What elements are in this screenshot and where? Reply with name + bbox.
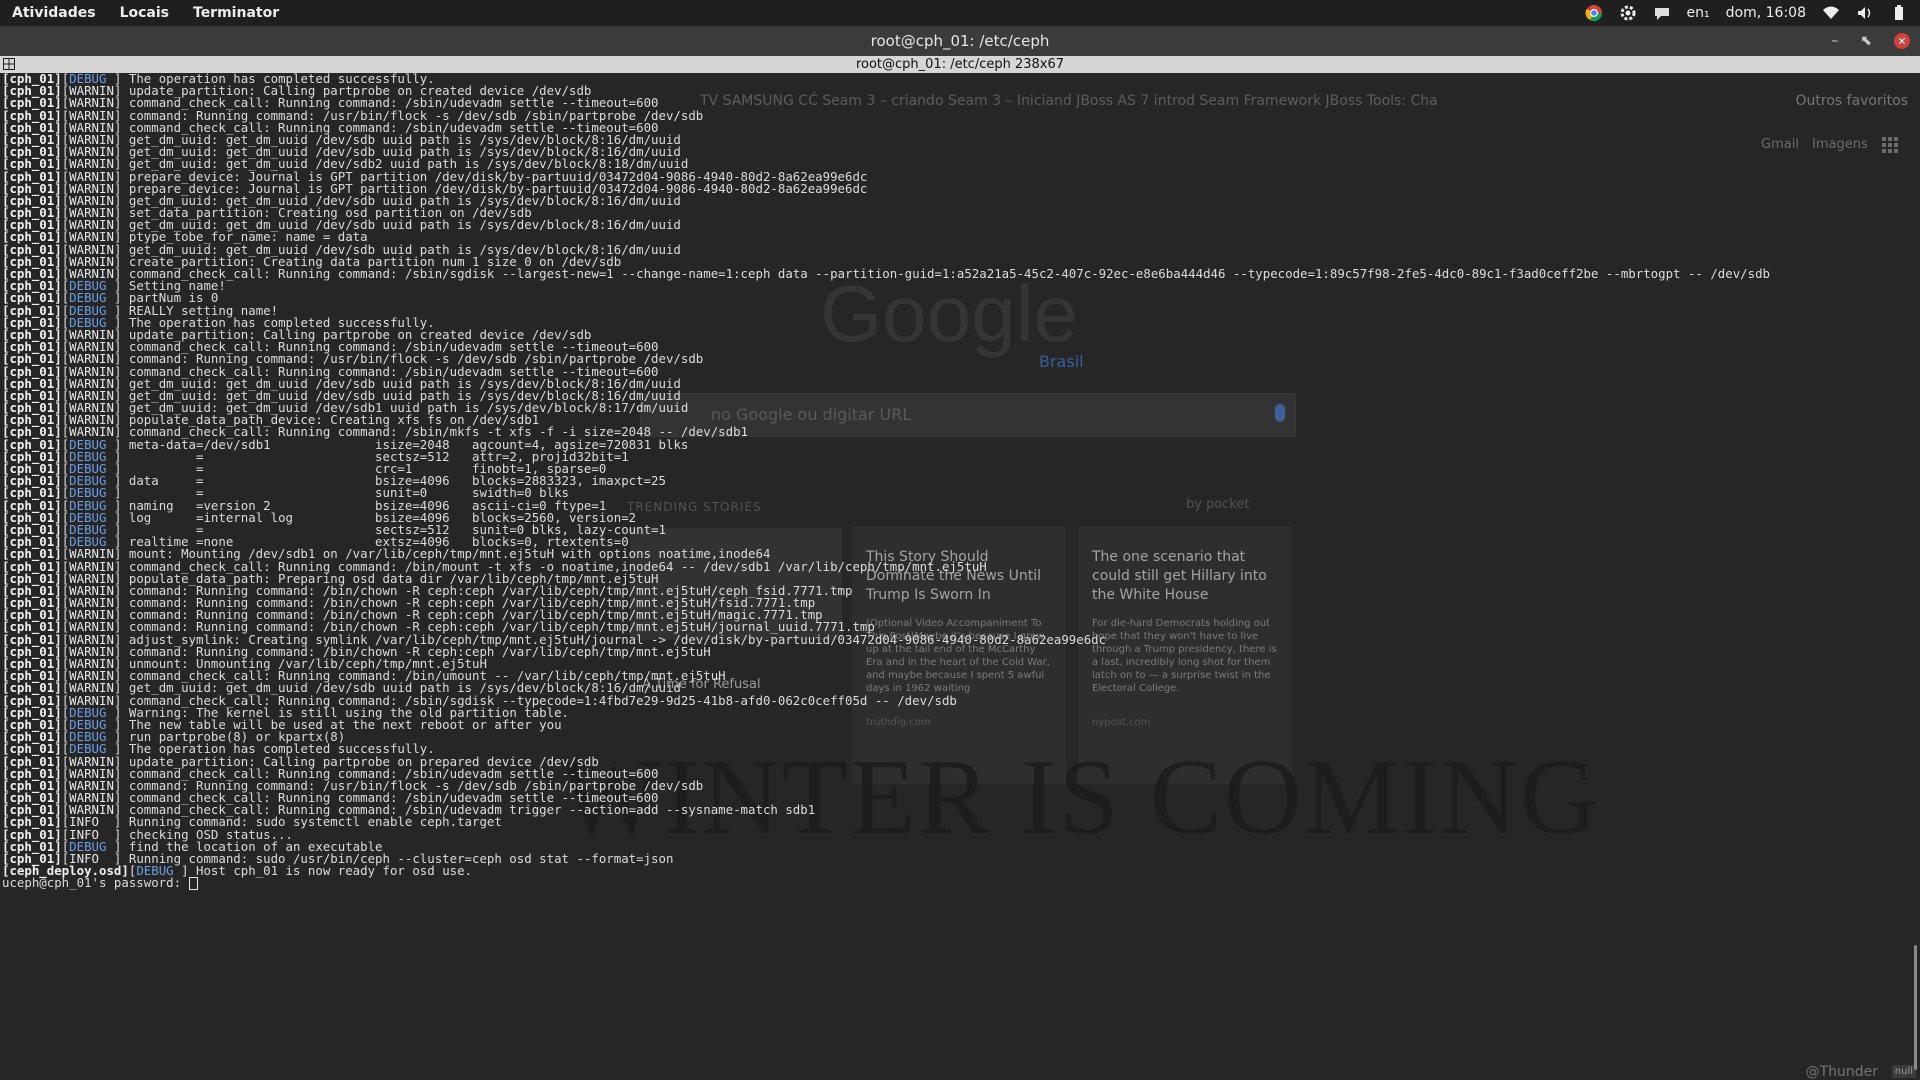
log-message: command_check_call: Running command: /sb… <box>128 266 1771 281</box>
chat-icon[interactable] <box>1653 4 1671 22</box>
password-prompt: uceph@cph_01's password: <box>2 875 189 891</box>
menu-terminator[interactable]: Terminator <box>181 5 291 21</box>
terminal-tab-title: root@cph_01: /etc/ceph 238x67 <box>855 57 1065 72</box>
terminal-output[interactable]: [cph_01][DEBUG ] The operation has compl… <box>2 73 1771 891</box>
terminal-scrollbar[interactable] <box>1914 945 1917 1070</box>
keyboard-layout[interactable]: en₁ <box>1687 5 1710 21</box>
minimize-icon[interactable]: – <box>1831 33 1838 49</box>
apps-grid-icon <box>1882 137 1898 153</box>
volume-icon[interactable] <box>1856 4 1874 22</box>
backdrop-imagens-link: Imagens <box>1812 137 1868 152</box>
terminal-line: [cph_01][DEBUG ] Setting name! <box>2 278 226 294</box>
terminal-pane[interactable]: TV SAMSUNG CĆ Seam 3 – criando Seam 3 – … <box>0 73 1920 1080</box>
terminal-line: [cph_01][WARNIN] command_check_call: Run… <box>2 266 1771 281</box>
clock[interactable]: dom, 16:08 <box>1726 5 1806 21</box>
wifi-icon[interactable] <box>1822 4 1840 22</box>
window-title: root@cph_01: /etc/ceph <box>870 32 1050 50</box>
battery-icon[interactable] <box>1890 4 1908 22</box>
terminal-tab-header[interactable]: root@cph_01: /etc/ceph 238x67 <box>0 56 1920 73</box>
menu-atividades[interactable]: Atividades <box>0 5 108 21</box>
log-message: Host cph_01 is now ready for osd use. <box>196 863 473 879</box>
chrome-icon[interactable] <box>1585 4 1603 22</box>
gnome-top-bar: Atividades Locais Terminator en₁ dom, 16… <box>0 0 1920 26</box>
menu-locais[interactable]: Locais <box>108 5 181 21</box>
backdrop-watermark: @Thunder <box>1805 1064 1878 1080</box>
terminator-grid-icon[interactable] <box>3 58 15 70</box>
terminal-line: [ceph_deploy.osd][DEBUG ] Host cph_01 is… <box>2 863 473 879</box>
close-icon[interactable]: ✕ <box>1894 33 1910 49</box>
window-titlebar[interactable]: root@cph_01: /etc/ceph – ⬉ ✕ <box>0 26 1920 56</box>
terminal-cursor[interactable] <box>188 877 198 891</box>
password-prompt-line[interactable]: uceph@cph_01's password: <box>2 875 1770 891</box>
backdrop-null-badge: null <box>1891 1065 1916 1078</box>
restore-icon[interactable]: ⬉ <box>1860 33 1872 49</box>
settings-icon[interactable] <box>1619 4 1637 22</box>
backdrop-outros-favoritos: Outros favoritos <box>1795 93 1909 109</box>
